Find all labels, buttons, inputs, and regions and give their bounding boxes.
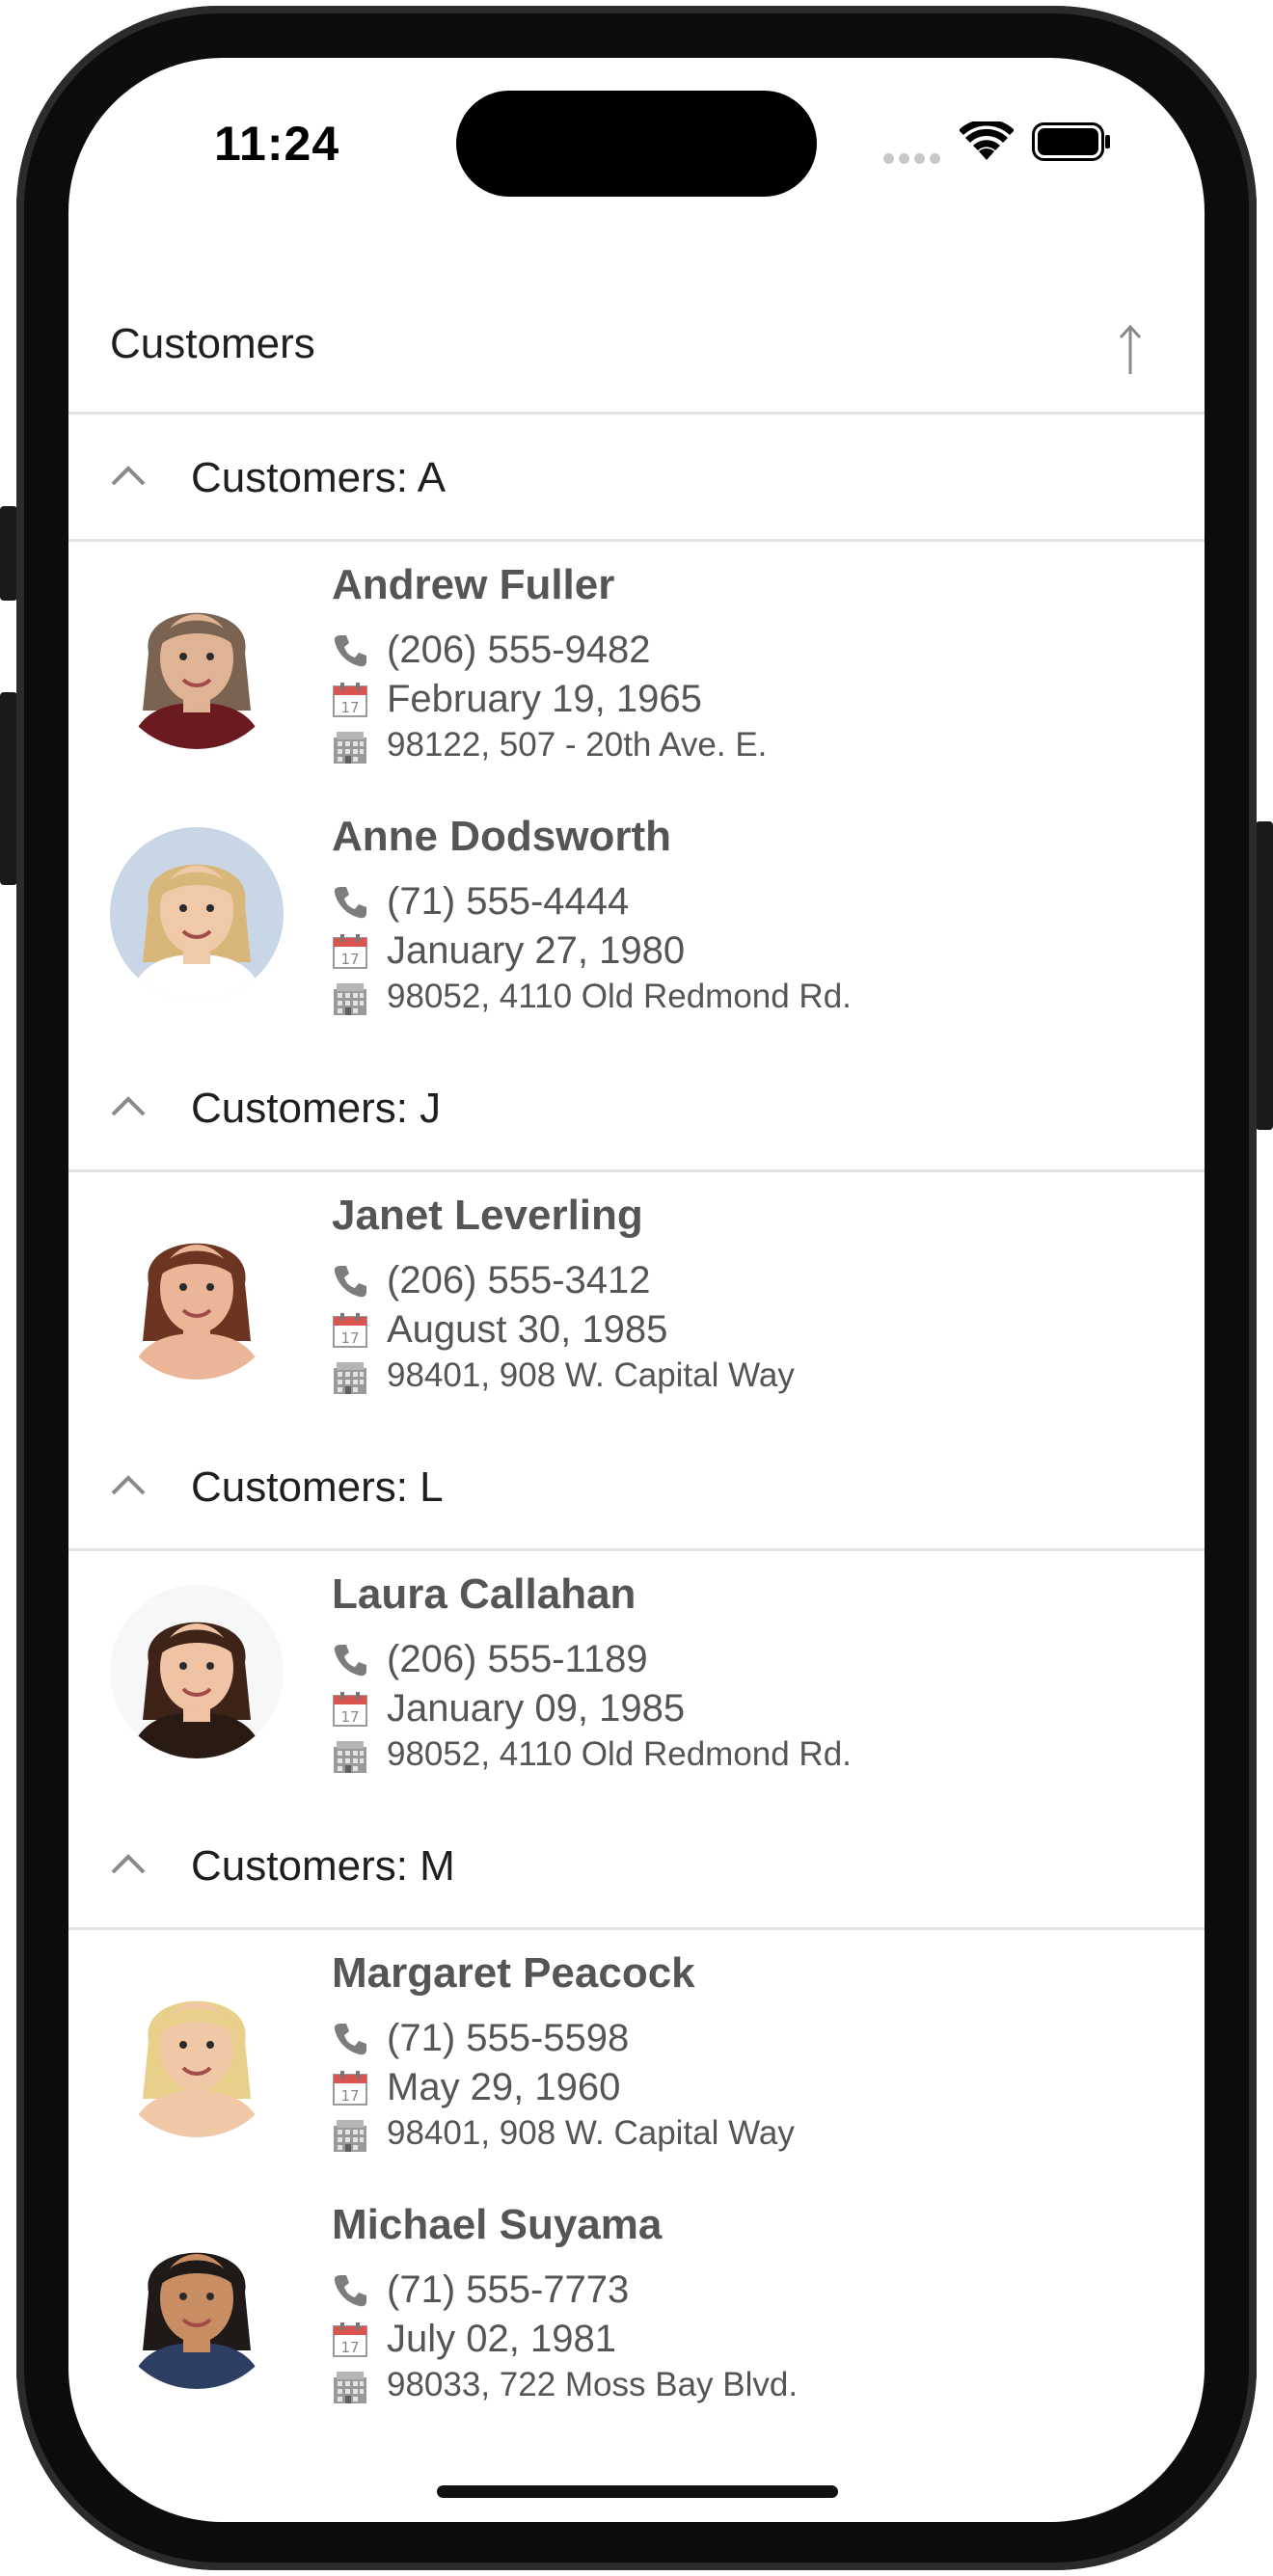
phone-number: (71) 555-7773 <box>387 2268 630 2311</box>
silent-switch <box>0 506 17 601</box>
app-header: Customers <box>68 260 1205 415</box>
dynamic-island <box>456 91 817 197</box>
list-item[interactable]: Andrew Fuller (206) 555-9482 17 February 19… <box>68 542 1205 793</box>
page-title: Customers <box>110 320 315 367</box>
group-title: Customers: J <box>191 1085 442 1132</box>
calendar-icon: 17 <box>332 2321 368 2358</box>
status-bar: 11:24 <box>68 58 1205 222</box>
group-header[interactable]: Customers: L <box>68 1424 1205 1551</box>
list-item[interactable]: Anne Dodsworth (71) 555-4444 17 January 27,… <box>68 793 1205 1045</box>
group-header[interactable]: Customers: J <box>68 1045 1205 1172</box>
phone-icon <box>332 632 368 669</box>
phone-icon <box>332 884 368 921</box>
phone-number: (71) 555-4444 <box>387 880 630 923</box>
phone-icon <box>332 2272 368 2309</box>
group-title: Customers: M <box>191 1842 455 1890</box>
birthdate: February 19, 1965 <box>387 678 702 720</box>
volume-button <box>0 692 17 885</box>
address: 98052, 4110 Old Redmond Rd. <box>387 978 852 1015</box>
customer-name: Anne Dodsworth <box>332 813 671 860</box>
svg-text:17: 17 <box>340 699 359 716</box>
building-icon <box>332 1358 368 1395</box>
calendar-icon: 17 <box>332 933 368 970</box>
group-header[interactable]: Customers: M <box>68 1803 1205 1930</box>
chevron-up-icon[interactable] <box>109 1093 148 1118</box>
avatar <box>110 1585 284 1758</box>
birthdate: July 02, 1981 <box>387 2318 616 2360</box>
app-screen: 11:24 Customers Customers: A Andrew Fulle… <box>68 58 1205 2522</box>
list-item[interactable]: Janet Leverling (206) 555-3412 17 August 30… <box>68 1172 1205 1424</box>
birthdate: January 09, 1985 <box>387 1687 686 1730</box>
svg-text:17: 17 <box>340 1329 359 1347</box>
calendar-icon: 17 <box>332 1312 368 1349</box>
avatar <box>110 827 284 1001</box>
building-icon <box>332 2116 368 2153</box>
building-icon <box>332 2368 368 2404</box>
list-item[interactable]: Laura Callahan (206) 555-1189 17 January 09… <box>68 1551 1205 1803</box>
phone-number: (206) 555-9482 <box>387 629 651 671</box>
avatar <box>110 1206 284 1380</box>
group-title: Customers: A <box>191 454 447 501</box>
chevron-up-icon[interactable] <box>109 463 148 488</box>
svg-text:17: 17 <box>340 951 359 968</box>
customer-list[interactable]: Customers: A Andrew Fuller (206) 555-9482 1… <box>68 415 1205 2433</box>
group-title: Customers: L <box>191 1463 444 1511</box>
wifi-icon <box>960 121 1014 160</box>
address: 98033, 722 Moss Bay Blvd. <box>387 2366 799 2403</box>
building-icon <box>332 1737 368 1774</box>
address: 98122, 507 - 20th Ave. E. <box>387 726 768 764</box>
phone-icon <box>332 1263 368 1300</box>
phone-number: (206) 555-1189 <box>387 1638 648 1680</box>
svg-text:17: 17 <box>340 2339 359 2356</box>
avatar <box>110 2215 284 2389</box>
customer-name: Andrew Fuller <box>332 561 615 608</box>
calendar-icon: 17 <box>332 2070 368 2106</box>
avatar <box>110 576 284 749</box>
birthdate: August 30, 1985 <box>387 1308 668 1351</box>
phone-icon <box>332 2021 368 2057</box>
cellular-signal-icon <box>883 151 947 167</box>
calendar-icon: 17 <box>332 1691 368 1728</box>
phone-icon <box>332 1642 368 1678</box>
address: 98401, 908 W. Capital Way <box>387 2114 795 2152</box>
customer-name: Michael Suyama <box>332 2201 663 2248</box>
birthdate: May 29, 1960 <box>387 2066 621 2108</box>
chevron-up-icon[interactable] <box>109 1472 148 1497</box>
avatar <box>110 1964 284 2137</box>
customer-name: Janet Leverling <box>332 1192 643 1239</box>
customer-name: Margaret Peacock <box>332 1949 695 1997</box>
battery-icon <box>1032 122 1110 161</box>
calendar-icon: 17 <box>332 682 368 718</box>
power-button <box>1256 821 1273 1130</box>
list-item[interactable]: Margaret Peacock (71) 555-5598 17 May 29, 1… <box>68 1930 1205 2182</box>
svg-text:17: 17 <box>340 1708 359 1726</box>
building-icon <box>332 979 368 1016</box>
phone-number: (71) 555-5598 <box>387 2017 630 2059</box>
arrow-up-icon[interactable] <box>1113 324 1148 376</box>
group-header[interactable]: Customers: A <box>68 415 1205 542</box>
status-time: 11:24 <box>214 117 340 171</box>
address: 98052, 4110 Old Redmond Rd. <box>387 1735 852 1773</box>
phone-number: (206) 555-3412 <box>387 1259 651 1301</box>
customer-name: Laura Callahan <box>332 1570 636 1618</box>
home-indicator[interactable] <box>437 2485 838 2498</box>
list-item[interactable]: Michael Suyama (71) 555-7773 17 July 02, 19… <box>68 2182 1205 2433</box>
building-icon <box>332 728 368 765</box>
birthdate: January 27, 1980 <box>387 929 686 972</box>
chevron-up-icon[interactable] <box>109 1851 148 1876</box>
address: 98401, 908 W. Capital Way <box>387 1356 795 1394</box>
svg-text:17: 17 <box>340 2087 359 2105</box>
